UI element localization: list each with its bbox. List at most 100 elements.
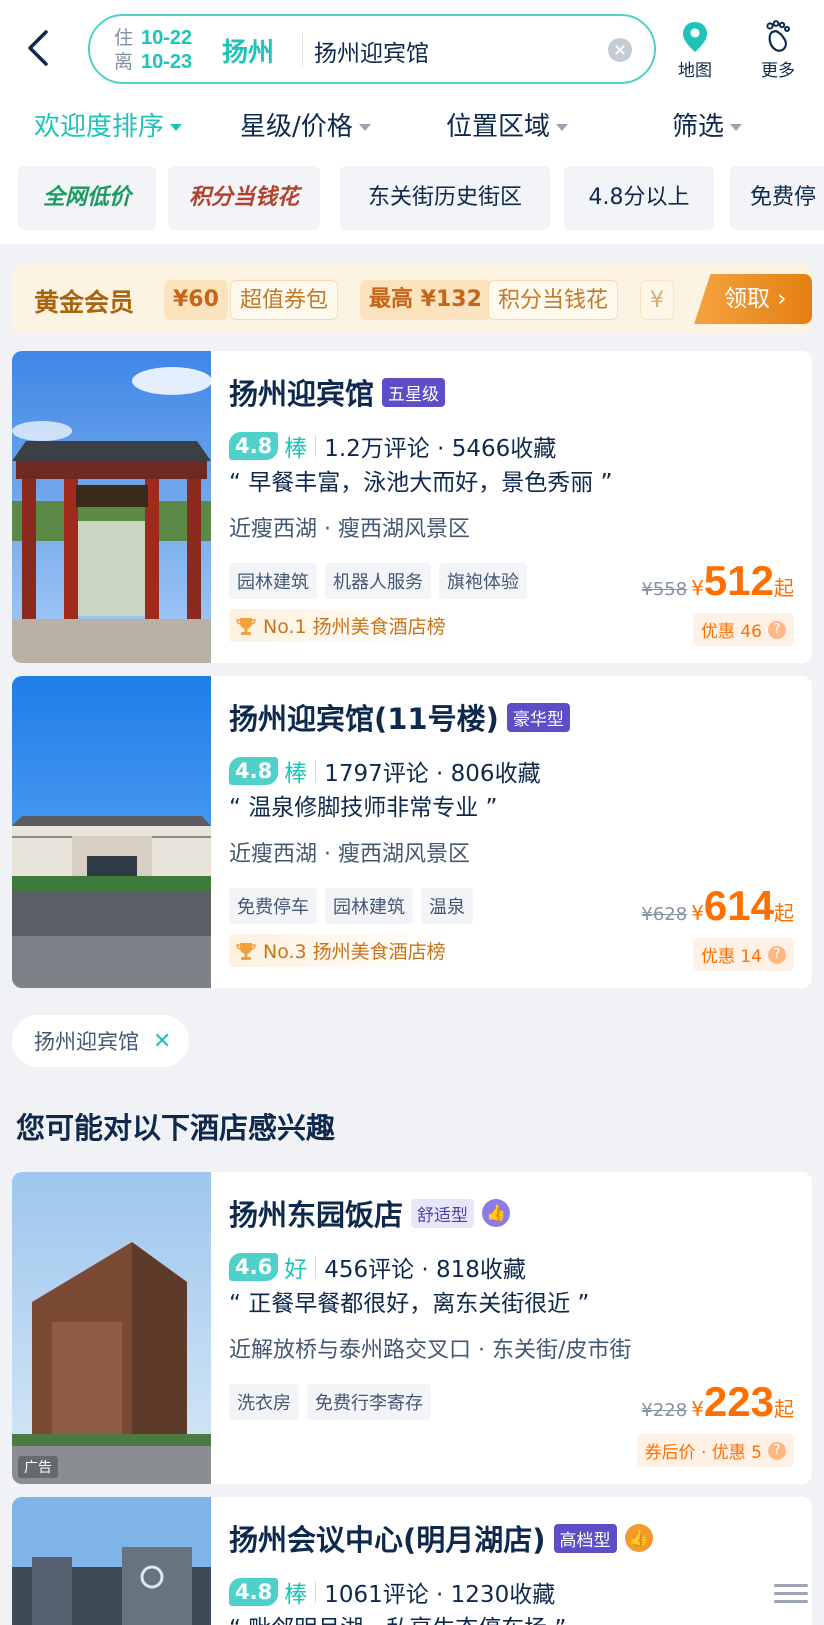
sort-star-price[interactable]: 星级/价格 (240, 106, 371, 143)
discount-badge[interactable]: 券后价 · 优惠 5? (636, 1434, 794, 1467)
review-quote: “ 毗邻明月湖，私享生态停车场 ” (229, 1609, 566, 1625)
rating-label: 棒 (284, 1582, 308, 1608)
price-value: 614 (703, 882, 774, 929)
feature-tag: 旗袍体验 (439, 563, 527, 599)
search-box[interactable]: 住 10-22 离 10-23 扬州 扬州迎宾馆 × (88, 14, 656, 84)
currency-symbol: ¥ (691, 576, 704, 600)
star-badge: 高档型 (553, 1523, 617, 1553)
thumbs-up-icon: 👍 (482, 1199, 511, 1227)
discount-badge[interactable]: 优惠 14? (692, 938, 794, 971)
caret-down-icon (556, 124, 569, 131)
ranking-badge[interactable]: No.3 扬州美食酒店榜 (229, 934, 456, 967)
feature-tag: 洗衣房 (229, 1384, 299, 1420)
chip-free-parking[interactable]: 免费停 (730, 166, 824, 230)
checkout-date: 10-23 (141, 51, 193, 73)
hotel-location: 近解放桥与泰州路交叉口 · 东关街/皮市街 (229, 1338, 632, 1363)
feature-tags: 免费停车 园林建筑 温泉 (229, 888, 473, 924)
caret-down-icon (730, 124, 743, 131)
search-input[interactable]: 扬州迎宾馆 (314, 34, 429, 68)
sort-filter[interactable]: 筛选 (672, 106, 743, 143)
currency-symbol: ¥ (691, 901, 704, 925)
hotel-name: 扬州迎宾馆(11号楼) (229, 702, 499, 736)
keyword-chip[interactable]: 扬州迎宾馆 ✕ (12, 1015, 190, 1067)
clear-icon[interactable]: × (608, 38, 632, 62)
chip-points[interactable]: 积分当钱花 (168, 166, 320, 230)
price-value: 223 (703, 1378, 774, 1425)
rating-label: 棒 (284, 436, 308, 462)
review-counts: 456评论 · 818收藏 (324, 1257, 526, 1283)
date-range[interactable]: 住 10-22 离 10-23 (114, 26, 192, 74)
feature-tag: 温泉 (421, 888, 473, 924)
review-counts: 1.2万评论 · 5466收藏 (324, 436, 557, 462)
sort-filter-label: 筛选 (672, 112, 725, 142)
sort-bar: 欢迎度排序 星级/价格 位置区域 筛选 (0, 106, 824, 146)
feature-tag: 免费停车 (229, 888, 317, 924)
gold-coupon-pack: 超值券包 (230, 280, 339, 320)
chip-lowest-price[interactable]: 全网低价 (18, 166, 156, 230)
divider (315, 1256, 317, 1278)
sort-popularity[interactable]: 欢迎度排序 (34, 106, 183, 143)
price-block: ¥228 ¥223 起 (641, 1378, 794, 1426)
hotel-location: 近瘦西湖 · 瘦西湖风景区 (229, 517, 470, 542)
footprint-icon (766, 20, 790, 52)
discount-badge[interactable]: 优惠 46? (692, 613, 794, 646)
hotel-card[interactable]: 扬州迎宾馆 五星级 4.8 棒 1.2万评论 · 5466收藏 “ 早餐丰富，泳池大而… (12, 351, 812, 663)
sort-location[interactable]: 位置区域 (446, 106, 569, 143)
discount-text: 券后价 · 优惠 5 (644, 1443, 762, 1463)
price-suffix: 起 (774, 901, 794, 925)
more-button[interactable]: 更多 (748, 20, 808, 81)
hotel-card[interactable]: 扬州迎宾馆(11号楼) 豪华型 4.8 棒 1797评论 · 806收藏 “ 温泉修脚… (12, 676, 812, 988)
back-button[interactable] (22, 26, 54, 70)
rating-score: 4.8 (229, 432, 279, 460)
price-block: ¥628 ¥614 起 (641, 882, 794, 930)
price-value: 512 (703, 557, 774, 604)
map-pin-icon (683, 22, 707, 52)
review-quote: “ 温泉修脚技师非常专业 ” (229, 795, 498, 821)
hotel-photo (12, 351, 211, 663)
chip-rating-4-8[interactable]: 4.8分以上 (564, 166, 714, 230)
rating-label: 好 (284, 1257, 308, 1283)
original-price: ¥558 (641, 579, 688, 600)
ranking-badge[interactable]: No.1 扬州美食酒店榜 (229, 609, 456, 642)
gold-more-pill: ¥ (640, 280, 674, 320)
filter-chips: 全网低价 积分当钱花 东关街历史街区 4.8分以上 免费停 (18, 166, 824, 230)
close-icon[interactable]: ✕ (153, 1029, 171, 1054)
star-badge: 五星级 (382, 377, 446, 407)
question-icon: ? (768, 1441, 786, 1460)
more-label: 更多 (761, 61, 795, 81)
list-menu-icon[interactable] (774, 1581, 808, 1607)
price-block: ¥558 ¥512 起 (641, 557, 794, 605)
feature-tag: 园林建筑 (325, 888, 413, 924)
review-counts: 1061评论 · 1230收藏 (324, 1582, 556, 1608)
discount-text: 优惠 14 (700, 947, 762, 967)
hotel-photo (12, 1497, 211, 1625)
claim-button[interactable]: 领取 › (694, 274, 812, 324)
map-button[interactable]: 地图 (665, 20, 725, 81)
star-badge: 豪华型 (506, 702, 570, 732)
gold-member-banner[interactable]: 黄金会员 ¥60 超值券包 最高 ¥132 积分当钱花 ¥ 领取 › (12, 264, 812, 334)
hotel-photo (12, 676, 211, 988)
ranking-text: No.1 扬州美食酒店榜 (263, 616, 446, 638)
checkout-label: 离 (114, 51, 134, 73)
map-label: 地图 (678, 61, 712, 81)
hotel-photo: 广告 (12, 1172, 211, 1484)
feature-tag: 园林建筑 (229, 563, 317, 599)
original-price: ¥628 (641, 904, 688, 925)
divider (315, 435, 317, 457)
hotel-name: 扬州迎宾馆 (229, 377, 375, 411)
sort-star-price-label: 星级/价格 (240, 112, 353, 142)
city-selector[interactable]: 扬州 (222, 32, 274, 69)
gold-member-title: 黄金会员 (34, 288, 135, 317)
hotel-card[interactable]: 广告 扬州东园饭店 舒适型 👍 4.6 好 456评论 · 818收藏 “ 正餐早餐都很… (12, 1172, 812, 1484)
question-icon: ? (768, 945, 786, 964)
caret-down-icon (170, 124, 183, 131)
hotel-card[interactable]: 扬州会议中心(明月湖店)高档型👍 4.8棒 1061评论 · 1230收藏 “ 毗… (12, 1497, 812, 1625)
checkin-label: 住 (114, 27, 134, 49)
keyword-chip-label: 扬州迎宾馆 (34, 1030, 139, 1054)
rating-score: 4.8 (229, 1578, 279, 1606)
feature-tags: 洗衣房 免费行李寄存 (229, 1384, 431, 1420)
chip-dongguan-street[interactable]: 东关街历史街区 (340, 166, 550, 230)
rating-label: 棒 (284, 761, 308, 787)
checkin-date: 10-22 (141, 27, 193, 49)
rating-score: 4.8 (229, 757, 279, 785)
